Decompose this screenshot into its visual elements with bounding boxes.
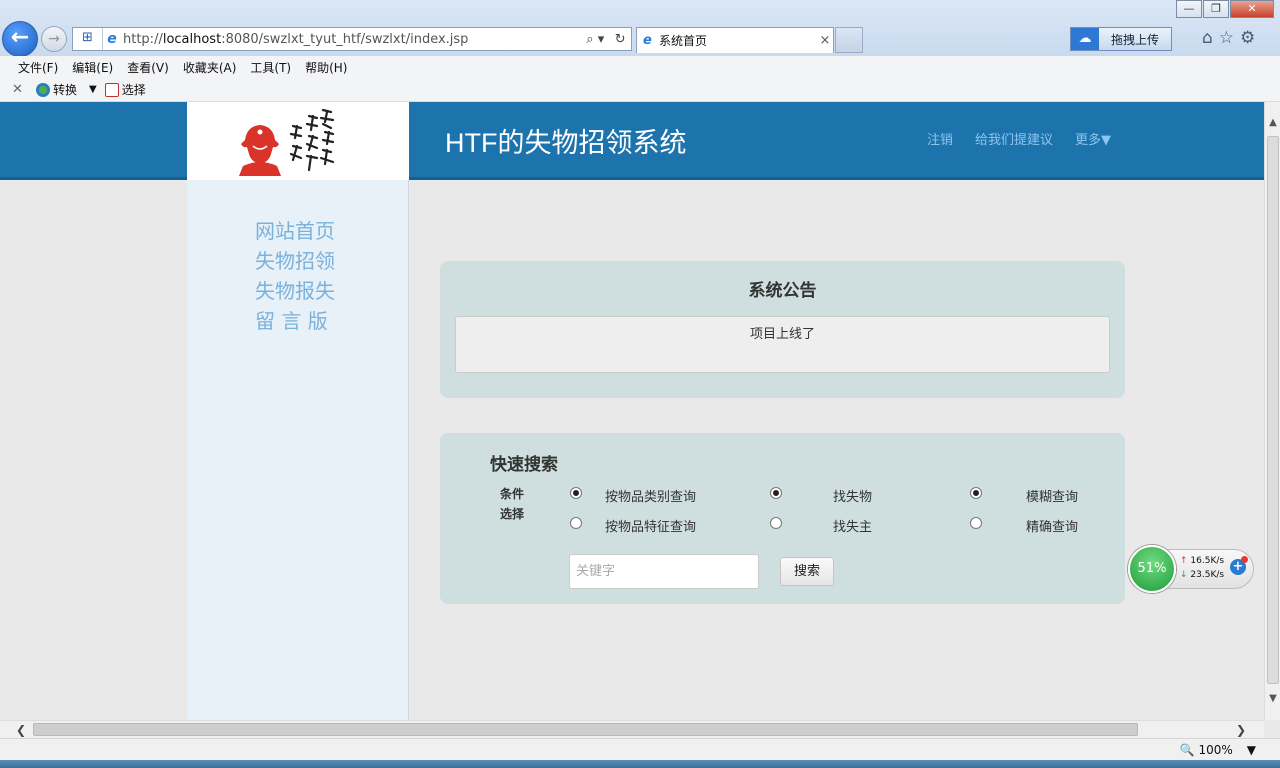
sidebar-item-message-board[interactable]: 留 言 版: [255, 306, 335, 336]
label-by-feature: 按物品特征查询: [605, 520, 697, 535]
label-by-category: 按物品类别查询: [605, 490, 697, 505]
select-label: 选择: [121, 83, 146, 97]
label-find-owner: 找失主: [833, 520, 873, 535]
notification-dot-icon: [1241, 556, 1248, 563]
menu-help[interactable]: 帮助(H): [305, 59, 347, 76]
home-icon[interactable]: ⌂: [1202, 28, 1213, 48]
vertical-scrollbar[interactable]: ▲ ▼: [1264, 102, 1280, 720]
suggestion-link[interactable]: 给我们提建议: [975, 129, 1053, 148]
top-nav: 注销 给我们提建议 更多▼: [927, 129, 1111, 148]
system-notice-panel: 系统公告 项目上线了: [440, 261, 1125, 398]
condition-label: 条件 选择: [500, 487, 525, 521]
zoom-control[interactable]: 🔍 100% ▼: [1180, 743, 1256, 757]
convert-icon: [36, 82, 50, 97]
sidebar-item-found-items[interactable]: 失物招领: [255, 246, 335, 276]
url-text[interactable]: http://localhost:8080/swzlxt_tyut_htf/sw…: [121, 32, 581, 47]
tab-system-home[interactable]: e 系统首页 ×: [636, 27, 834, 53]
tab-title: 系统首页: [659, 34, 708, 48]
ie-page-icon: e: [107, 31, 117, 47]
notice-title: 系统公告: [748, 281, 817, 301]
horizontal-scroll-thumb[interactable]: [33, 723, 1138, 736]
upload-speed: ↑ 16.5K/s: [1180, 556, 1225, 566]
ie-tab-icon: e: [643, 33, 652, 48]
label-exact-query: 精确查询: [1026, 520, 1079, 535]
scroll-right-icon[interactable]: ❯: [1232, 721, 1250, 739]
radio-by-category[interactable]: [570, 487, 582, 499]
menu-bar: 文件(F) 编辑(E) 查看(V) 收藏夹(A) 工具(T) 帮助(H): [0, 56, 1280, 78]
forward-arrow-icon: →: [48, 31, 60, 47]
radio-by-feature[interactable]: [570, 517, 582, 529]
browser-toolbar-icons: ⌂ ☆ ⚙: [1202, 28, 1255, 48]
back-button[interactable]: ←: [2, 21, 38, 57]
command-bar: ✕ 转换 ▼ 选择: [0, 78, 1280, 102]
sidebar-nav: 网站首页 失物招领 失物报失 留 言 版: [255, 216, 335, 336]
convert-label: 转换: [53, 83, 78, 97]
label-find-lost-item: 找失物: [833, 490, 873, 505]
zoom-level[interactable]: 🔍 100%: [1180, 743, 1233, 757]
tab-close-icon[interactable]: ×: [817, 33, 833, 48]
network-speed-widget[interactable]: 51% ↑ 16.5K/s ↓ 23.5K/s +: [1128, 545, 1254, 593]
address-tools: ⌕ ▾ ↻: [581, 32, 631, 47]
lei-feng-portrait-icon: [239, 125, 281, 176]
new-tab-button[interactable]: [835, 27, 863, 53]
drag-upload-label: 拖拽上传: [1110, 32, 1159, 47]
sidebar-item-home[interactable]: 网站首页: [255, 216, 335, 246]
forward-button[interactable]: →: [41, 26, 67, 52]
status-bar: 🔍 100% ▼: [0, 738, 1280, 760]
minimize-button[interactable]: —: [1176, 0, 1202, 18]
quick-search-title: 快速搜索: [490, 455, 558, 475]
radio-exact-query[interactable]: [970, 517, 982, 529]
menu-tools[interactable]: 工具(T): [250, 59, 291, 76]
window-controls: — ❐ ✕: [1175, 0, 1274, 18]
site-logo[interactable]: [187, 102, 409, 180]
search-dropdown-icon[interactable]: ⌕ ▾: [586, 32, 604, 47]
address-bar[interactable]: ⊞ e http://localhost:8080/swzlxt_tyut_ht…: [72, 27, 632, 51]
close-window-button[interactable]: ✕: [1230, 0, 1274, 18]
site-header: HTF的失物招领系统 注销 给我们提建议 更多▼: [0, 102, 1264, 180]
close-toolbar-icon[interactable]: ✕: [12, 82, 36, 97]
vertical-scroll-thumb[interactable]: [1267, 136, 1279, 684]
quick-search-panel: 快速搜索 条件 选择 按物品类别查询 按物品特征查询 找失物 找失主 模糊查询 …: [440, 433, 1125, 604]
back-arrow-icon: ←: [10, 25, 30, 50]
scroll-down-icon[interactable]: ▼: [1265, 690, 1280, 708]
convert-dropdown-icon[interactable]: ▼: [89, 84, 97, 95]
notice-content-box: 项目上线了: [455, 316, 1110, 373]
menu-view[interactable]: 查看(V): [127, 59, 169, 76]
select-button[interactable]: 选择: [104, 81, 146, 98]
page-viewport: HTF的失物招领系统 注销 给我们提建议 更多▼ 网站首页 失物招领 失物报失 …: [0, 102, 1264, 720]
browser-titlebar: — ❐ ✕ ← → ⊞ e http://localhost:8080/swzl…: [0, 0, 1280, 57]
scroll-left-icon[interactable]: ❮: [12, 721, 30, 739]
memory-usage-circle[interactable]: 51%: [1128, 545, 1176, 593]
compatibility-view-icon[interactable]: ⊞: [73, 28, 103, 50]
menu-favorites[interactable]: 收藏夹(A): [183, 59, 237, 76]
settings-gear-icon[interactable]: ⚙: [1240, 28, 1255, 48]
sidebar: 网站首页 失物招领 失物报失 留 言 版: [187, 180, 409, 720]
scroll-up-icon[interactable]: ▲: [1265, 114, 1280, 132]
radio-fuzzy-query[interactable]: [970, 487, 982, 499]
sidebar-item-lost-report[interactable]: 失物报失: [255, 276, 335, 306]
radio-find-owner[interactable]: [770, 517, 782, 529]
zoom-dropdown-icon[interactable]: ▼: [1247, 743, 1256, 757]
radio-find-lost-item[interactable]: [770, 487, 782, 499]
favorites-star-icon[interactable]: ☆: [1219, 28, 1234, 48]
more-dropdown-link[interactable]: 更多▼: [1075, 129, 1111, 148]
notice-text: 项目上线了: [749, 327, 815, 342]
convert-button[interactable]: 转换: [36, 81, 77, 98]
windows-taskbar: [0, 760, 1280, 768]
refresh-icon[interactable]: ↻: [615, 32, 626, 47]
restore-button[interactable]: ❐: [1203, 0, 1229, 18]
menu-edit[interactable]: 编辑(E): [72, 59, 113, 76]
site-title: HTF的失物招领系统: [445, 128, 687, 158]
download-speed: ↓ 23.5K/s: [1180, 570, 1225, 580]
baidu-cloud-icon: ☁: [1071, 28, 1099, 50]
horizontal-scrollbar[interactable]: ❮ ❯: [0, 720, 1264, 738]
logout-link[interactable]: 注销: [927, 129, 953, 148]
drag-upload-button[interactable]: ☁ 拖拽上传: [1070, 27, 1172, 51]
calligraphy-inscription-icon: [289, 108, 335, 172]
label-fuzzy-query: 模糊查询: [1026, 490, 1079, 505]
menu-file[interactable]: 文件(F): [18, 59, 58, 76]
select-pdf-icon: [104, 82, 119, 97]
search-button[interactable]: 搜索: [780, 557, 834, 586]
keyword-input[interactable]: [569, 554, 759, 589]
